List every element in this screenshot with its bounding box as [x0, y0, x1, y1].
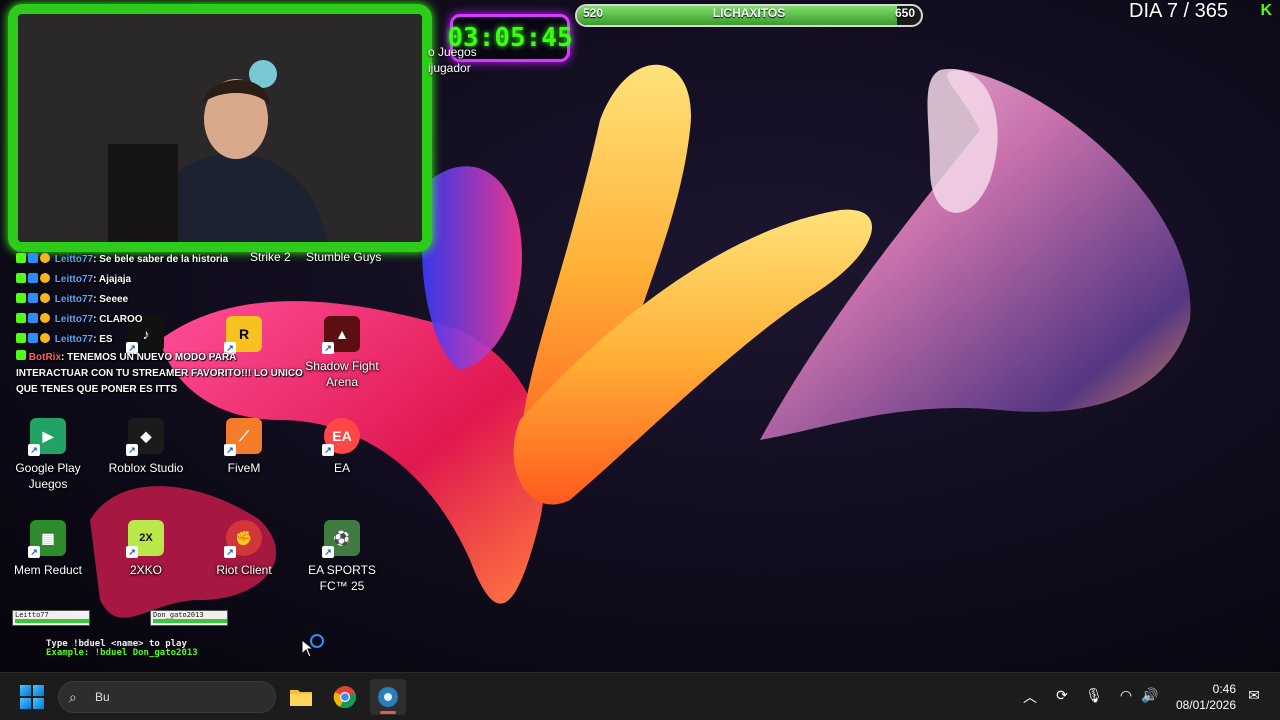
- kick-badge-icon: [16, 350, 26, 360]
- google-play-icon: ▶ ↗: [28, 418, 66, 456]
- app-icon: [378, 687, 398, 707]
- chrome-icon: [333, 686, 356, 709]
- riot-icon: ✊ ↗: [224, 520, 262, 558]
- chat-username: Leitto77: [54, 274, 94, 285]
- wifi-icon[interactable]: ◠: [1116, 687, 1136, 707]
- day-counter: DIA 7 / 365: [1129, 0, 1228, 22]
- desktop-icon-2xko[interactable]: 2X ↗ 2XKO: [98, 520, 194, 578]
- duel-help: Type !bduel <name> to play Example: !bdu…: [46, 640, 198, 658]
- duel-player-card: Don_gato2013: [150, 610, 228, 626]
- duel-player-name: Don_gato2013: [153, 611, 204, 619]
- desktop-icon-label: FiveM: [227, 461, 261, 475]
- taskbar: ⌕ ︿ ⟳ 🎙 ◠ 🔊 0:46 08/01/2026 ✉: [0, 672, 1280, 720]
- sub-badge-icon: [28, 273, 38, 283]
- windows-start-icon[interactable]: [20, 685, 44, 709]
- desktop-icon-label: 2XKO: [129, 563, 162, 577]
- microphone-icon[interactable]: 🎙: [1084, 687, 1104, 707]
- chat-text: : ES: [93, 334, 113, 345]
- chat-username: Leitto77: [54, 254, 94, 265]
- volume-icon[interactable]: 🔊: [1140, 687, 1160, 707]
- duel-player-card: Leitto77: [12, 610, 90, 626]
- desktop-icon-stumble-guys-label[interactable]: Stumble Guys: [306, 250, 381, 264]
- kick-logo-icon: K: [1260, 2, 1272, 19]
- shadow-fight-icon: ▲ ↗: [322, 316, 360, 354]
- verified-badge-icon: [40, 313, 50, 323]
- chat-text: : CLAROO: [93, 314, 143, 325]
- sync-icon[interactable]: ⟳: [1052, 687, 1072, 707]
- desktop-icon-label: Google Play Juegos: [15, 461, 81, 491]
- goal-progress-bar: 520 LICHAXITOS 650: [575, 4, 923, 27]
- desktop-icon-fivem[interactable]: ⟋ ↗ FiveM: [196, 418, 292, 476]
- sub-badge-icon: [28, 253, 38, 263]
- kick-badge-icon: [16, 273, 26, 283]
- roblox-icon: ◆ ↗: [126, 418, 164, 456]
- chat-username: BotRix: [28, 352, 62, 363]
- desktop-icon-riot-client[interactable]: ✊ ↗ Riot Client: [196, 520, 292, 578]
- folder-icon: [290, 690, 312, 706]
- clock-time: 0:46: [1212, 682, 1236, 696]
- sub-badge-icon: [28, 313, 38, 323]
- running-indicator: [380, 711, 396, 714]
- verified-badge-icon: [40, 253, 50, 263]
- memreduct-icon: ▦ ↗: [28, 520, 66, 558]
- clock-date: 08/01/2026: [1175, 698, 1236, 712]
- chat-text: : Seeee: [93, 294, 129, 305]
- duel-hp-bar: [153, 619, 227, 623]
- chat-message: Leitto77: Se bele saber de la historia: [16, 250, 316, 270]
- chat-text: : Se bele saber de la historia: [93, 254, 229, 265]
- duel-hp-bar: [15, 619, 89, 623]
- mouse-cursor-icon: [302, 640, 314, 658]
- chat-message: Leitto77: Seeee: [16, 290, 316, 310]
- ea-icon: EA ↗: [322, 418, 360, 456]
- taskbar-file-explorer[interactable]: [283, 679, 319, 715]
- verified-badge-icon: [40, 333, 50, 343]
- kick-badge-icon: [16, 253, 26, 263]
- streamer-video: [18, 14, 422, 242]
- duel-example-text: Example: !bduel Don_gato2013: [46, 648, 198, 658]
- taskbar-search[interactable]: ⌕: [58, 681, 276, 713]
- verified-badge-icon: [40, 273, 50, 283]
- desktop-icon-roblox-studio[interactable]: ◆ ↗ Roblox Studio: [98, 418, 194, 476]
- chat-username: Leitto77: [54, 314, 94, 325]
- desktop-icon-google-play-games[interactable]: ▶ ↗ Google Play Juegos: [0, 418, 96, 492]
- chat-username: Leitto77: [54, 294, 94, 305]
- desktop-icon-ea-sports-fc[interactable]: ⚽ ↗ EA SPORTS FC™ 25: [294, 520, 390, 594]
- duel-player-name: Leitto77: [15, 611, 49, 619]
- chat-message: Leitto77: Ajajaja: [16, 270, 316, 290]
- chat-username: Leitto77: [54, 334, 94, 345]
- chat-message: Leitto77: CLAROO: [16, 310, 316, 330]
- notification-icon[interactable]: ✉: [1244, 687, 1264, 707]
- desktop-icon-label: EA: [333, 461, 350, 475]
- chat-text: : Ajajaja: [93, 274, 132, 285]
- desktop-icon-label: Mem Reduct: [13, 563, 83, 577]
- sub-badge-icon: [28, 293, 38, 303]
- desktop-icon-label: Roblox Studio: [108, 461, 184, 475]
- taskbar-chrome[interactable]: [327, 679, 363, 715]
- search-icon: ⌕: [69, 689, 77, 705]
- kick-badge-icon: [16, 313, 26, 323]
- sub-badge-icon: [28, 333, 38, 343]
- easportsfc-icon: ⚽ ↗: [322, 520, 360, 558]
- desktop-icon-ea[interactable]: EA ↗ EA: [294, 418, 390, 476]
- chat-message: Leitto77: ES: [16, 330, 316, 350]
- taskbar-active-app[interactable]: [370, 679, 406, 715]
- goal-label: LICHAXITOS: [712, 6, 786, 20]
- desktop-icon-mem-reduct[interactable]: ▦ ↗ Mem Reduct: [0, 520, 96, 578]
- chat-bot-message: BotRix: TENEMOS UN NUEVO MODO PARA INTER…: [16, 350, 306, 398]
- taskbar-clock[interactable]: 0:46 08/01/2026: [1176, 681, 1236, 713]
- search-input[interactable]: [95, 688, 265, 706]
- chevron-up-icon[interactable]: ︿: [1020, 687, 1040, 707]
- desktop-icon-label: EA SPORTS FC™ 25: [308, 563, 376, 593]
- fivem-icon: ⟋ ↗: [224, 418, 262, 456]
- goal-end-value: 650: [894, 6, 915, 20]
- desktop-icon-steam-games-label[interactable]: o Juegos ijugador: [428, 44, 477, 76]
- kick-badge-icon: [16, 333, 26, 343]
- verified-badge-icon: [40, 293, 50, 303]
- desktop-icon-label: Riot Client: [216, 563, 272, 577]
- kick-badge-icon: [16, 293, 26, 303]
- chat-overlay: Leitto77: Se bele saber de la historia L…: [16, 250, 316, 398]
- 2xko-icon: 2X ↗: [126, 520, 164, 558]
- webcam-overlay: [8, 4, 432, 252]
